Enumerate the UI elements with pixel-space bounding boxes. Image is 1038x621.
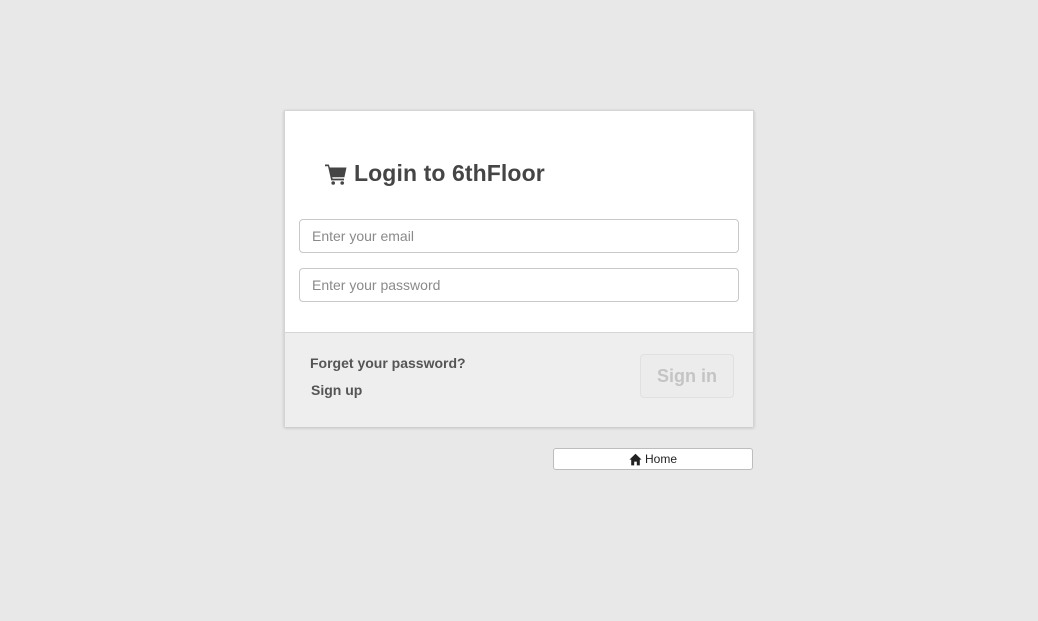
forgot-password-link[interactable]: Forget your password?: [310, 355, 466, 371]
shopping-cart-icon: [324, 162, 348, 186]
sign-in-button[interactable]: Sign in: [640, 354, 734, 398]
password-field[interactable]: [299, 268, 739, 302]
email-field[interactable]: [299, 219, 739, 253]
login-header: Login to 6thFloor: [324, 160, 545, 187]
home-button[interactable]: Home: [553, 448, 753, 470]
login-footer: Forget your password? Sign up Sign in: [285, 332, 753, 427]
home-icon: [629, 453, 642, 466]
sign-up-link[interactable]: Sign up: [311, 382, 362, 398]
home-button-label: Home: [644, 452, 677, 466]
login-card: Login to 6thFloor Forget your password? …: [284, 110, 754, 427]
login-page: Login to 6thFloor Forget your password? …: [0, 0, 1038, 621]
page-title: Login to 6thFloor: [354, 160, 545, 186]
